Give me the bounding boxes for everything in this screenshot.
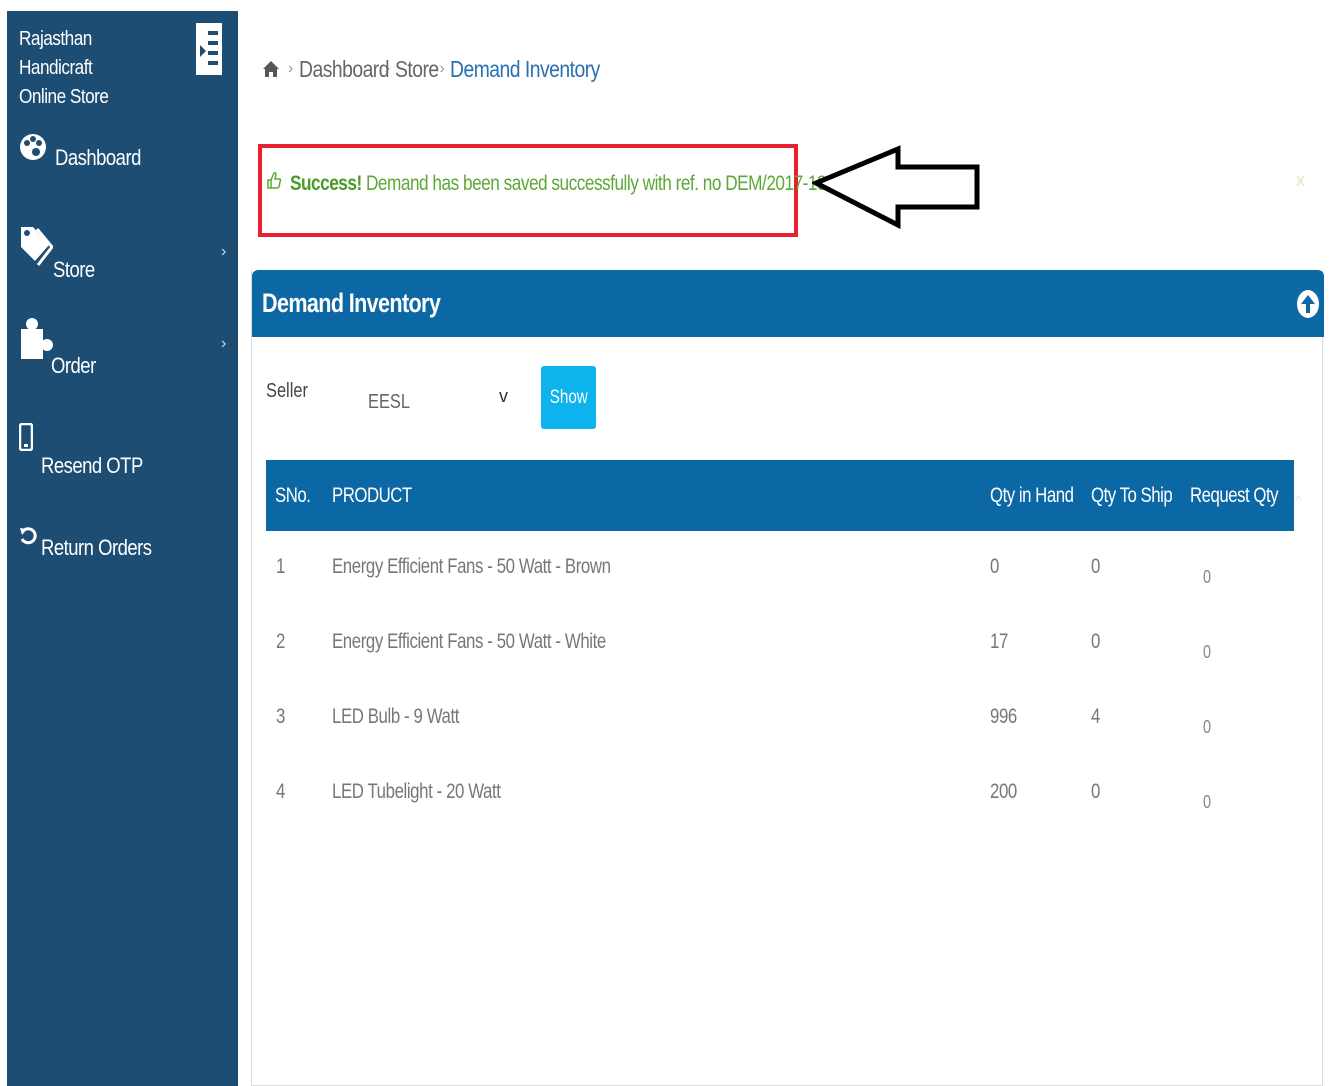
request-qty-input[interactable]: 0 (1203, 792, 1211, 813)
column-header-request-qty[interactable]: Request Qty (1190, 484, 1279, 508)
table-row: 3 LED Bulb - 9 Watt 996 4 0 (266, 705, 1294, 780)
seller-label: Seller (266, 380, 308, 402)
hamburger-bar (208, 51, 218, 55)
undo-icon (20, 527, 37, 545)
chevron-right-icon: › (221, 335, 227, 352)
collapse-up-icon[interactable] (1295, 287, 1321, 321)
hamburger-bar (208, 41, 218, 45)
sidebar-item-label: Resend OTP (41, 453, 143, 478)
demand-inventory-panel: Demand Inventory Seller EESL v Show SNo.… (251, 270, 1324, 1086)
mobile-icon (19, 423, 33, 451)
request-qty-input[interactable]: 0 (1203, 567, 1211, 588)
cell-qty-to-ship: 0 (1091, 630, 1100, 653)
alert-text: Demand has been saved successfully with … (361, 172, 876, 195)
cell-product: Energy Efficient Fans - 50 Watt - White (332, 630, 606, 653)
breadcrumb-store[interactable]: Store (395, 56, 439, 83)
panel-header: Demand Inventory (252, 270, 1324, 337)
chevron-right-icon: › (221, 243, 227, 260)
cell-product: LED Tubelight - 20 Watt (332, 780, 501, 803)
cell-qty-in-hand: 996 (990, 705, 1017, 728)
sidebar-item-label: Return Orders (41, 535, 152, 560)
tags-icon (21, 227, 53, 266)
cell-sno: 2 (276, 630, 285, 653)
table-row: 1 Energy Efficient Fans - 50 Watt - Brow… (266, 555, 1294, 630)
cell-qty-to-ship: 4 (1091, 705, 1100, 728)
cell-qty-in-hand: 0 (990, 555, 999, 578)
column-header-qty-to-ship[interactable]: Qty To Ship (1091, 484, 1173, 508)
panel-title: Demand Inventory (262, 288, 441, 318)
annotation-arrow-icon (812, 145, 980, 229)
sidebar-item-store[interactable]: Store › (7, 223, 238, 283)
alert-strong: Success! (290, 172, 362, 195)
brand-name[interactable]: Rajasthan Handicraft Online Store (19, 25, 157, 112)
sidebar-item-label: Dashboard (55, 145, 141, 170)
cell-qty-to-ship: 0 (1091, 555, 1100, 578)
sidebar: Rajasthan Handicraft Online Store Dashbo… (7, 11, 238, 1086)
sidebar-item-label: Order (51, 353, 96, 378)
cell-sno: 1 (276, 555, 285, 578)
table-header: SNo. PRODUCT Qty in Hand Qty To Ship Req… (266, 460, 1294, 531)
column-header-sno[interactable]: SNo. (275, 484, 311, 508)
table-row: 2 Energy Efficient Fans - 50 Watt - Whit… (266, 630, 1294, 705)
puzzle-icon (21, 318, 53, 359)
sidebar-item-resend-otp[interactable]: Resend OTP (7, 419, 238, 479)
column-header-qty-in-hand[interactable]: Qty in Hand (990, 484, 1074, 508)
request-qty-input[interactable]: 0 (1203, 717, 1211, 738)
breadcrumb: › Dashboard › Store › Demand Inventory (262, 52, 629, 86)
breadcrumb-dashboard[interactable]: Dashboard (299, 56, 389, 83)
breadcrumb-separator: › (439, 60, 445, 77)
alert-close-button[interactable]: x (1296, 170, 1305, 191)
column-header-product[interactable]: PRODUCT (332, 484, 412, 508)
sidebar-item-order[interactable]: Order › (7, 313, 238, 378)
sidebar-item-return-orders[interactable]: Return Orders (7, 513, 238, 573)
breadcrumb-separator: › (288, 60, 293, 77)
request-qty-input[interactable]: 0 (1203, 642, 1211, 663)
show-button-label: Show (549, 386, 588, 408)
menu-toggle-button[interactable] (194, 21, 224, 77)
home-icon[interactable] (262, 60, 280, 78)
cell-sno: 3 (276, 705, 285, 728)
brand-line-2: Online Store (19, 86, 109, 108)
alert-message: Success! Demand has been saved successfu… (290, 172, 876, 196)
sort-caret-icon[interactable]: ^ (1295, 492, 1302, 508)
seller-select[interactable]: EESL v (364, 383, 524, 423)
table-row: 4 LED Tubelight - 20 Watt 200 0 0 (266, 780, 1294, 855)
cell-product: LED Bulb - 9 Watt (332, 705, 460, 728)
sidebar-item-label: Store (53, 257, 95, 282)
brand-line-1: Rajasthan Handicraft (19, 28, 93, 79)
chevron-down-icon: v (499, 386, 508, 406)
seller-selected-value: EESL (368, 391, 410, 413)
cell-qty-to-ship: 0 (1091, 780, 1100, 803)
thumbs-up-icon (267, 172, 282, 189)
hamburger-bar (208, 31, 218, 35)
cell-qty-in-hand: 200 (990, 780, 1017, 803)
show-button[interactable]: Show (541, 366, 596, 429)
indent-icon (200, 45, 206, 57)
breadcrumb-current: Demand Inventory (450, 55, 601, 82)
hamburger-bar (208, 61, 218, 65)
cell-sno: 4 (276, 780, 285, 803)
success-alert: Success! Demand has been saved successfu… (258, 144, 876, 237)
palette-icon (20, 134, 46, 160)
cell-qty-in-hand: 17 (990, 630, 1008, 653)
sidebar-item-dashboard[interactable]: Dashboard (7, 129, 238, 189)
cell-product: Energy Efficient Fans - 50 Watt - Brown (332, 555, 611, 578)
